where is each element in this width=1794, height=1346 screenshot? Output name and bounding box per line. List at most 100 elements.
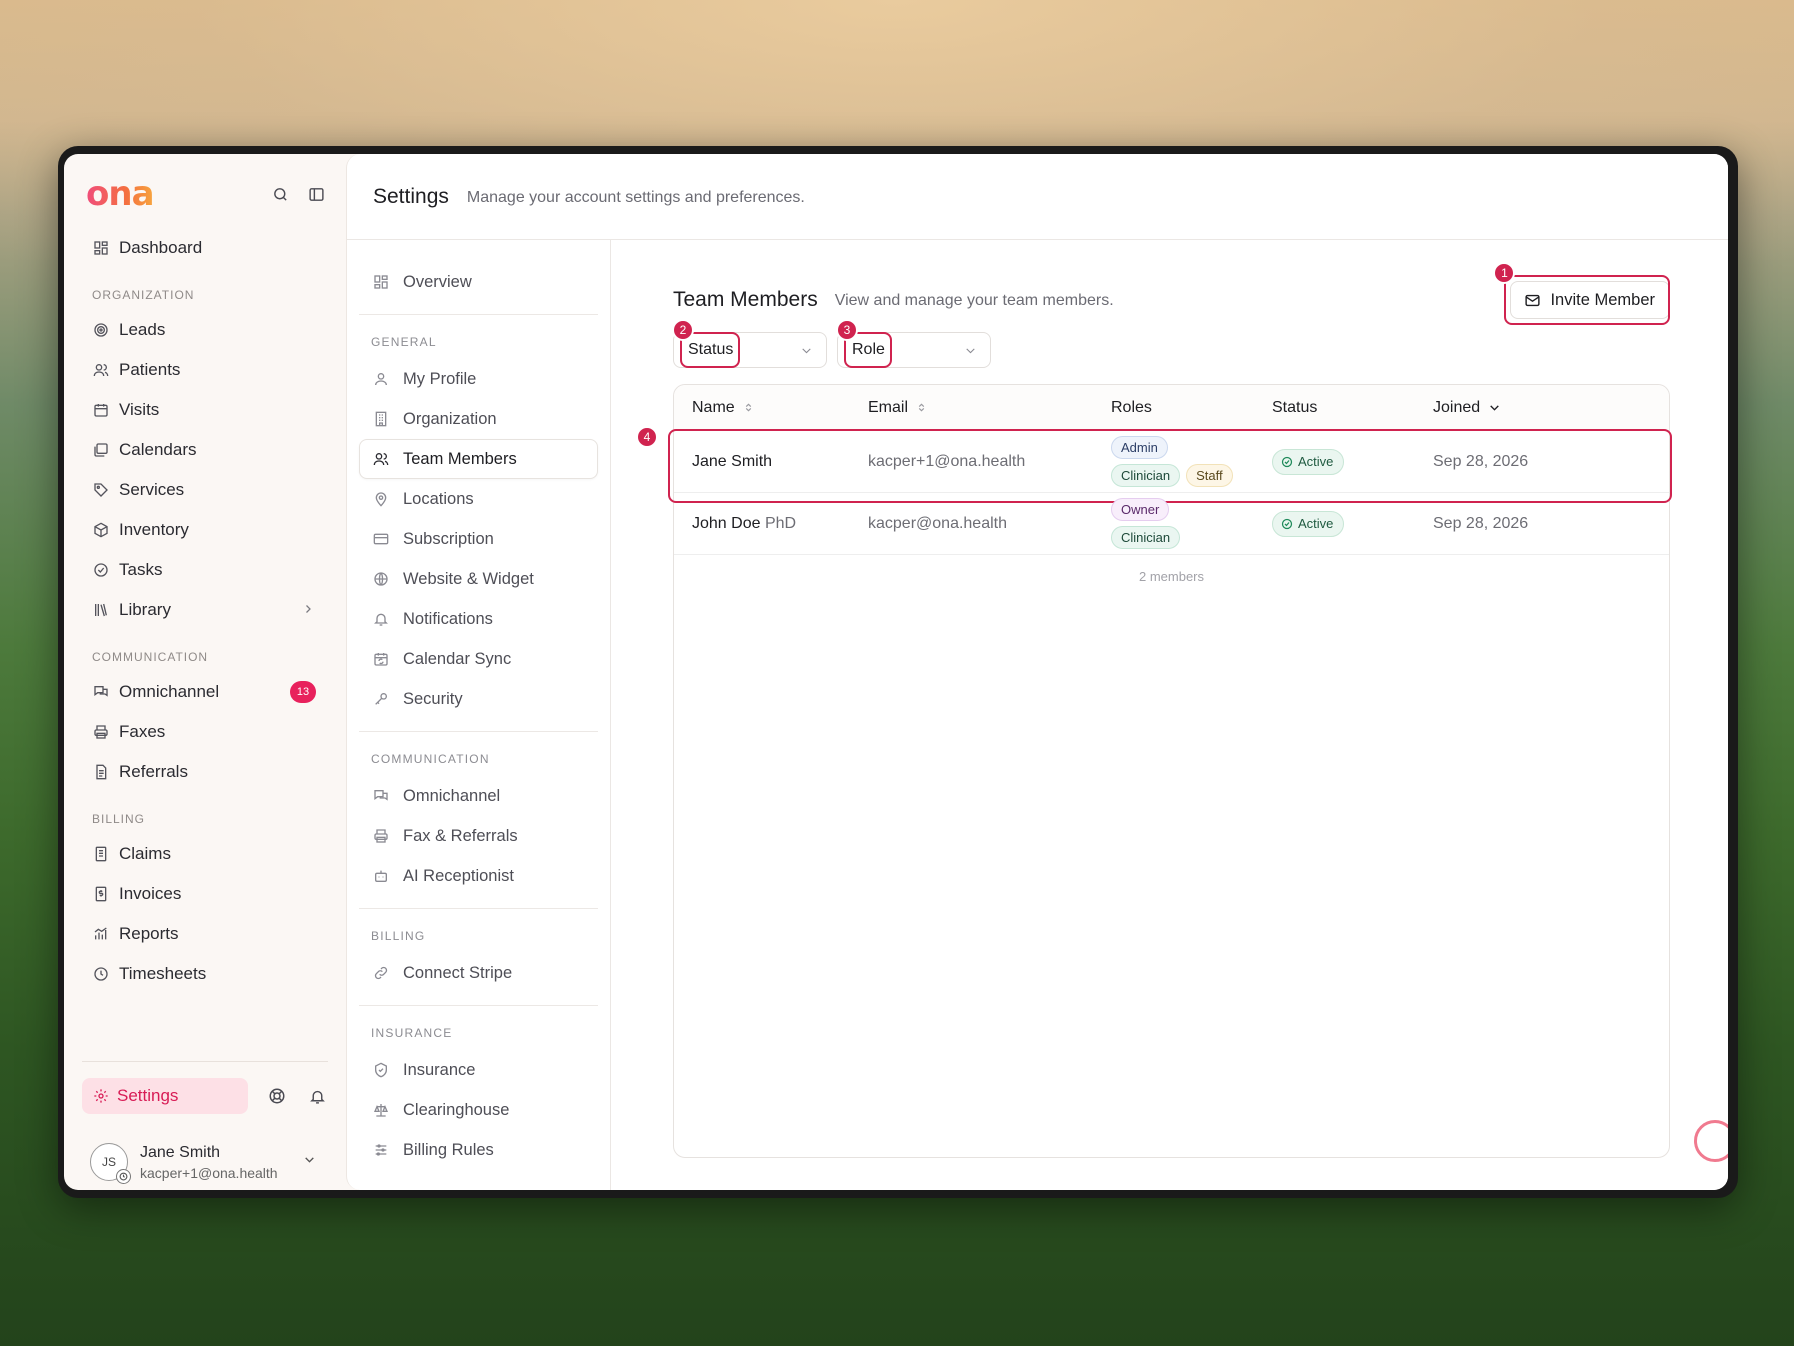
member-name: John Doe	[692, 514, 761, 532]
bell-icon	[372, 610, 390, 628]
member-count: 2 members	[1138, 569, 1205, 584]
sidebar-item-invoices[interactable]: Invoices	[82, 874, 328, 914]
settings-nav-billing-rules[interactable]: Billing Rules	[359, 1130, 598, 1170]
logo: ona	[86, 174, 155, 214]
member-status: Active	[1272, 510, 1433, 537]
settings-nav-label: Billing Rules	[403, 1140, 494, 1159]
table-row[interactable]: John Doe PhD kacper@ona.health Owner Cli…	[674, 493, 1669, 555]
column-header-roles: Roles	[1111, 399, 1272, 417]
sidebar-item-faxes[interactable]: Faxes	[82, 712, 328, 752]
help-icon[interactable]	[266, 1085, 288, 1107]
sidebar-item-patients[interactable]: Patients	[82, 350, 328, 390]
settings-nav-fax-referrals[interactable]: Fax & Referrals	[359, 816, 598, 856]
team-members-panel: Team Members View and manage your team m…	[611, 240, 1728, 1190]
sidebar-item-timesheets[interactable]: Timesheets	[82, 954, 328, 994]
settings-nav-label: Insurance	[403, 1060, 476, 1079]
sidebar-item-visits[interactable]: Visits	[82, 390, 328, 430]
user-name: Jane Smith	[140, 1143, 221, 1161]
settings-nav-omnichannel[interactable]: Omnichannel	[359, 776, 598, 816]
sidebar-item-label: Patients	[119, 360, 181, 379]
user-icon	[372, 370, 390, 388]
role-filter[interactable]: Role 3	[836, 319, 991, 368]
sidebar-item-inventory[interactable]: Inventory	[82, 510, 328, 550]
settings-nav-label: Team Members	[403, 449, 517, 468]
annotation-number: 4	[636, 426, 658, 448]
settings-nav-security[interactable]: Security	[359, 679, 598, 719]
settings-nav-section-title: BILLING	[371, 929, 426, 943]
divider	[359, 731, 598, 732]
status-badge: Active	[1272, 510, 1345, 537]
sidebar-nav: Dashboard ORGANIZATION Leads Patients Vi…	[82, 228, 328, 994]
chart-icon	[92, 925, 110, 943]
settings-nav-label: Connect Stripe	[403, 963, 513, 982]
settings-nav-label: Overview	[403, 272, 472, 291]
status-filter[interactable]: Status 2	[672, 319, 827, 368]
sidebar-item-claims[interactable]: Claims	[82, 834, 328, 874]
column-header-email[interactable]: Email	[868, 399, 1111, 417]
document-icon	[92, 763, 110, 781]
settings-button[interactable]: Settings	[82, 1078, 249, 1114]
clock-icon	[92, 965, 110, 983]
team-members-table: Name Email Roles Status Joined Jane Smit…	[636, 384, 1672, 1158]
sidebar-item-leads[interactable]: Leads	[82, 310, 328, 350]
settings-nav-overview[interactable]: Overview	[359, 262, 598, 302]
sidebar-item-referrals[interactable]: Referrals	[82, 752, 328, 792]
calendar-sync-icon	[372, 650, 390, 668]
sidebar-item-label: Library	[119, 600, 171, 619]
settings-nav-organization[interactable]: Organization	[359, 399, 598, 439]
settings-nav-connect-stripe[interactable]: Connect Stripe	[359, 953, 598, 993]
check-circle-icon	[92, 561, 110, 579]
status-label: Active	[1298, 454, 1334, 469]
settings-nav-insurance[interactable]: Insurance	[359, 1050, 598, 1090]
settings-nav-website-widget[interactable]: Website & Widget	[359, 559, 598, 599]
status-badge: Active	[1272, 448, 1345, 475]
role-chip: Clinician	[1111, 526, 1181, 549]
sidebar-item-label: Services	[119, 480, 185, 499]
library-icon	[92, 601, 110, 619]
users-icon	[92, 361, 110, 379]
settings-nav-section-title: COMMUNICATION	[371, 752, 490, 766]
sidebar-item-omnichannel[interactable]: Omnichannel 13	[82, 672, 328, 712]
chevron-right-icon	[302, 600, 314, 620]
settings-nav-calendar-sync[interactable]: Calendar Sync	[359, 639, 598, 679]
column-header-name[interactable]: Name	[674, 399, 868, 417]
sidebar-item-library[interactable]: Library	[82, 590, 328, 630]
sidebar-item-reports[interactable]: Reports	[82, 914, 328, 954]
avatar: JS	[90, 1143, 131, 1184]
settings-nav-locations[interactable]: Locations	[359, 479, 598, 519]
sidebar-item-dashboard[interactable]: Dashboard	[82, 228, 328, 268]
sidebar-item-label: Reports	[119, 924, 179, 943]
settings-nav-label: Fax & Referrals	[403, 826, 518, 845]
sidebar-item-services[interactable]: Services	[82, 470, 328, 510]
member-email: kacper+1@ona.health	[868, 452, 1026, 470]
settings-nav-ai-receptionist[interactable]: AI Receptionist	[359, 856, 598, 896]
divider	[359, 908, 598, 909]
bell-icon[interactable]	[306, 1085, 328, 1107]
invite-member-button[interactable]: Invite Member 1	[1493, 262, 1671, 325]
status-label: Active	[1298, 516, 1334, 531]
table-row[interactable]: Jane Smith kacper+1@ona.health Admin Cli…	[636, 426, 1672, 503]
check-circle-icon	[1281, 456, 1293, 468]
settings-nav-notifications[interactable]: Notifications	[359, 599, 598, 639]
column-label: Roles	[1111, 398, 1152, 416]
member-joined: Sep 28, 2026	[1433, 452, 1529, 470]
sort-icon	[743, 402, 754, 413]
chat-launcher-button[interactable]	[1694, 1120, 1728, 1162]
sidebar-item-tasks[interactable]: Tasks	[82, 550, 328, 590]
user-menu[interactable]: JS Jane Smith kacper+1@ona.health	[82, 1134, 328, 1190]
sidebar-toggle-icon[interactable]	[306, 184, 326, 204]
sidebar-item-label: Invoices	[119, 884, 182, 903]
sidebar-header: ona	[86, 174, 328, 214]
box-icon	[92, 521, 110, 539]
invoice-icon	[92, 885, 110, 903]
settings-nav-my-profile[interactable]: My Profile	[359, 359, 598, 399]
column-header-joined[interactable]: Joined	[1433, 399, 1669, 417]
settings-nav-subscription[interactable]: Subscription	[359, 519, 598, 559]
settings-nav-team-members[interactable]: Team Members	[359, 439, 598, 479]
sidebar-item-calendars[interactable]: Calendars	[82, 430, 328, 470]
member-roles: Admin Clinician Staff	[1111, 436, 1272, 487]
mail-icon	[1524, 292, 1541, 309]
search-icon[interactable]	[270, 184, 290, 204]
settings-nav-clearinghouse[interactable]: Clearinghouse	[359, 1090, 598, 1130]
settings-nav: Overview GENERAL My Profile Organization…	[347, 240, 611, 1190]
